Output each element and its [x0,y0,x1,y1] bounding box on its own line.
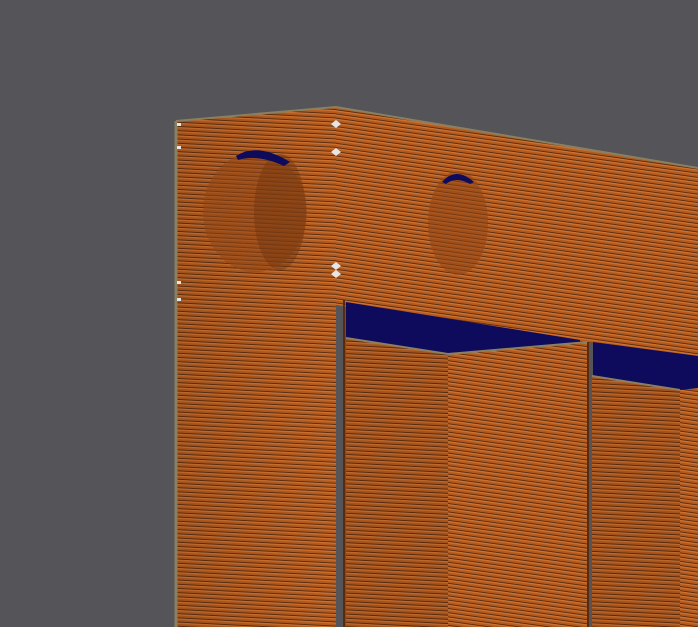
sliced-model-render[interactable] [0,0,698,627]
hole-right [428,171,488,275]
3d-preview-viewport[interactable] [0,0,698,627]
seam-marker [177,298,181,301]
seam-marker [177,146,181,149]
seam-marker [177,281,181,284]
pocket-left [343,300,589,627]
seam-marker [177,123,181,126]
pocket-right [591,342,698,627]
